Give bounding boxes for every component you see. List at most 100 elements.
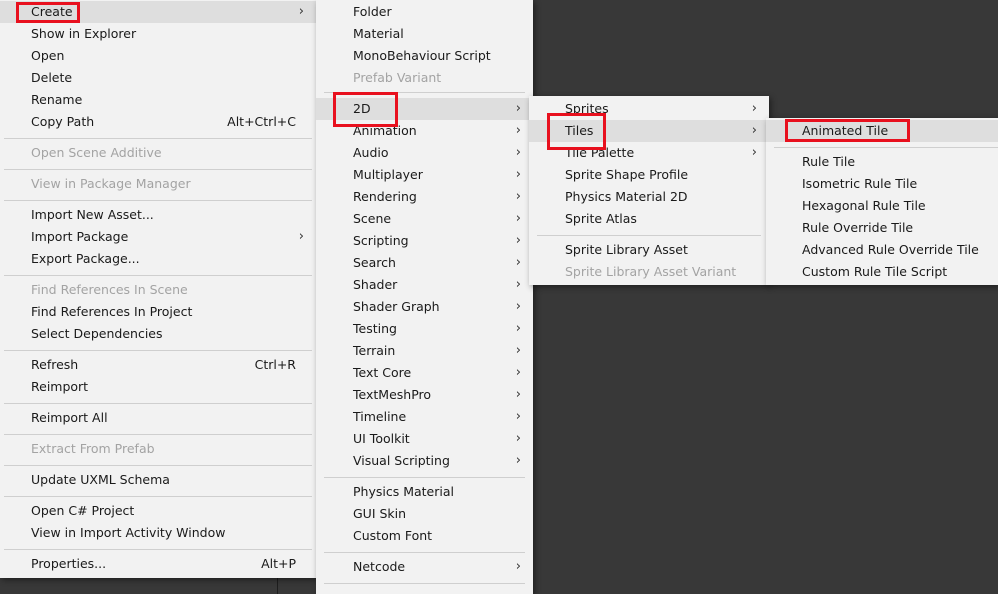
chevron-right-icon: › bbox=[515, 431, 521, 446]
menu-item-physics-material-2d[interactable]: Physics Material 2D bbox=[529, 186, 769, 208]
menu-item-label: MonoBehaviour Script bbox=[353, 48, 491, 63]
menu-item-label: TextMeshPro bbox=[353, 387, 432, 402]
menu-item-reimport-all[interactable]: Reimport All bbox=[0, 407, 316, 429]
menu-item-delete[interactable]: Delete bbox=[0, 67, 316, 89]
menu-separator bbox=[4, 200, 312, 201]
menu-separator bbox=[774, 147, 998, 148]
menu-item-testing[interactable]: Testing › bbox=[316, 318, 533, 340]
chevron-right-icon: › bbox=[515, 277, 521, 292]
menu-item-rule-tile[interactable]: Rule Tile bbox=[766, 151, 998, 173]
menu-item-scripting[interactable]: Scripting › bbox=[316, 230, 533, 252]
menu-item-label: Text Core bbox=[353, 365, 412, 380]
menu-item-label: Timeline bbox=[353, 409, 407, 424]
menu-item-sprite-library-asset-variant: Sprite Library Asset Variant bbox=[529, 261, 769, 283]
menu-item-label: Sprite Library Asset bbox=[565, 242, 688, 257]
menu-item-textmeshpro[interactable]: TextMeshPro › bbox=[316, 384, 533, 406]
menu-item-tiles[interactable]: Tiles › bbox=[529, 120, 769, 142]
menu-item-audio[interactable]: Audio › bbox=[316, 142, 533, 164]
menu-item-rename[interactable]: Rename bbox=[0, 89, 316, 111]
menu-separator bbox=[324, 477, 525, 478]
menu-item-2d[interactable]: 2D › bbox=[316, 98, 533, 120]
chevron-right-icon: › bbox=[751, 123, 757, 138]
menu-item-timeline[interactable]: Timeline › bbox=[316, 406, 533, 428]
menu-item-copy-path[interactable]: Copy Path Alt+Ctrl+C bbox=[0, 111, 316, 133]
menu-item-create[interactable]: Create › bbox=[0, 1, 316, 23]
menu-item-rendering[interactable]: Rendering › bbox=[316, 186, 533, 208]
chevron-right-icon: › bbox=[298, 4, 304, 19]
menu-item-ui-toolkit[interactable]: UI Toolkit › bbox=[316, 428, 533, 450]
menu-item-label: Rule Tile bbox=[802, 154, 856, 169]
menu-item-label: Physics Material 2D bbox=[565, 189, 688, 204]
create-submenu: Folder Material MonoBehaviour Script Pre… bbox=[316, 0, 533, 594]
menu-separator bbox=[4, 138, 312, 139]
chevron-right-icon: › bbox=[515, 321, 521, 336]
menu-item-properties[interactable]: Properties... Alt+P bbox=[0, 553, 316, 575]
menu-item-label: Custom Rule Tile Script bbox=[802, 264, 948, 279]
2d-submenu: Sprites › Tiles › Tile Palette › Sprite … bbox=[529, 96, 769, 285]
menu-item-multiplayer[interactable]: Multiplayer › bbox=[316, 164, 533, 186]
chevron-right-icon: › bbox=[515, 409, 521, 424]
menu-item-export-package[interactable]: Export Package... bbox=[0, 248, 316, 270]
chevron-right-icon: › bbox=[515, 255, 521, 270]
menu-item-material[interactable]: Material bbox=[316, 23, 533, 45]
menu-item-label: Find References In Project bbox=[31, 304, 193, 319]
menu-item-tile-palette[interactable]: Tile Palette › bbox=[529, 142, 769, 164]
menu-item-label: Sprite Library Asset Variant bbox=[565, 264, 737, 279]
chevron-right-icon: › bbox=[515, 211, 521, 226]
menu-item-gui-skin[interactable]: GUI Skin bbox=[316, 503, 533, 525]
menu-item-select-dependencies[interactable]: Select Dependencies bbox=[0, 323, 316, 345]
menu-item-sprite-library-asset[interactable]: Sprite Library Asset bbox=[529, 239, 769, 261]
menu-item-find-references-in-project[interactable]: Find References In Project bbox=[0, 301, 316, 323]
menu-item-label: Netcode bbox=[353, 559, 406, 574]
menu-item-scene[interactable]: Scene › bbox=[316, 208, 533, 230]
menu-item-open-csharp-project[interactable]: Open C# Project bbox=[0, 500, 316, 522]
menu-item-netcode[interactable]: Netcode › bbox=[316, 556, 533, 578]
menu-item-sprite-shape-profile[interactable]: Sprite Shape Profile bbox=[529, 164, 769, 186]
menu-item-open[interactable]: Open bbox=[0, 45, 316, 67]
menu-item-label: Rendering bbox=[353, 189, 417, 204]
menu-item-terrain[interactable]: Terrain › bbox=[316, 340, 533, 362]
menu-item-find-references-in-scene: Find References In Scene bbox=[0, 279, 316, 301]
menu-item-label: Import New Asset... bbox=[31, 207, 154, 222]
menu-item-custom-font[interactable]: Custom Font bbox=[316, 525, 533, 547]
menu-item-isometric-rule-tile[interactable]: Isometric Rule Tile bbox=[766, 173, 998, 195]
menu-item-animation[interactable]: Animation › bbox=[316, 120, 533, 142]
chevron-right-icon: › bbox=[515, 189, 521, 204]
menu-item-sprites[interactable]: Sprites › bbox=[529, 98, 769, 120]
menu-item-label: Rename bbox=[31, 92, 83, 107]
menu-item-show-in-explorer[interactable]: Show in Explorer bbox=[0, 23, 316, 45]
menu-item-visual-scripting[interactable]: Visual Scripting › bbox=[316, 450, 533, 472]
menu-item-view-in-package-manager: View in Package Manager bbox=[0, 173, 316, 195]
menu-item-monobehaviour-script[interactable]: MonoBehaviour Script bbox=[316, 45, 533, 67]
menu-item-shader-graph[interactable]: Shader Graph › bbox=[316, 296, 533, 318]
menu-item-animated-tile[interactable]: Animated Tile bbox=[766, 120, 998, 142]
menu-item-refresh[interactable]: Refresh Ctrl+R bbox=[0, 354, 316, 376]
menu-item-import-package[interactable]: Import Package › bbox=[0, 226, 316, 248]
chevron-right-icon: › bbox=[751, 145, 757, 160]
chevron-right-icon: › bbox=[298, 229, 304, 244]
menu-item-label: Audio bbox=[353, 145, 389, 160]
menu-separator bbox=[4, 275, 312, 276]
menu-item-physics-material[interactable]: Physics Material bbox=[316, 481, 533, 503]
menu-item-folder[interactable]: Folder bbox=[316, 1, 533, 23]
menu-item-rule-override-tile[interactable]: Rule Override Tile bbox=[766, 217, 998, 239]
menu-item-custom-rule-tile-script[interactable]: Custom Rule Tile Script bbox=[766, 261, 998, 283]
menu-item-label: View in Import Activity Window bbox=[31, 525, 226, 540]
menu-item-sprite-atlas[interactable]: Sprite Atlas bbox=[529, 208, 769, 230]
menu-item-label: Sprite Atlas bbox=[565, 211, 637, 226]
menu-item-advanced-rule-override-tile[interactable]: Advanced Rule Override Tile bbox=[766, 239, 998, 261]
menu-item-import-new-asset[interactable]: Import New Asset... bbox=[0, 204, 316, 226]
menu-item-view-in-import-activity-window[interactable]: View in Import Activity Window bbox=[0, 522, 316, 544]
menu-item-reimport[interactable]: Reimport bbox=[0, 376, 316, 398]
menu-item-label: Select Dependencies bbox=[31, 326, 163, 341]
menu-item-label: View in Package Manager bbox=[31, 176, 191, 191]
menu-item-text-core[interactable]: Text Core › bbox=[316, 362, 533, 384]
chevron-right-icon: › bbox=[515, 299, 521, 314]
menu-item-shader[interactable]: Shader › bbox=[316, 274, 533, 296]
menu-item-label: Export Package... bbox=[31, 251, 140, 266]
menu-item-hexagonal-rule-tile[interactable]: Hexagonal Rule Tile bbox=[766, 195, 998, 217]
menu-item-search[interactable]: Search › bbox=[316, 252, 533, 274]
menu-item-label: Copy Path bbox=[31, 114, 95, 129]
menu-item-label: Sprites bbox=[565, 101, 609, 116]
menu-item-update-uxml-schema[interactable]: Update UXML Schema bbox=[0, 469, 316, 491]
